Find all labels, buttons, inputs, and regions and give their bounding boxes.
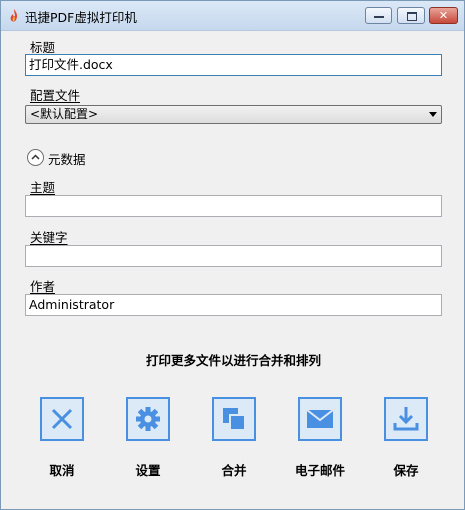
printer-dialog: 迅捷PDF虚拟打印机 ✕ 标题 打印文件.docx 配置文件 <默认配置> 元数… bbox=[0, 0, 465, 510]
cancel-label: 取消 bbox=[49, 463, 75, 478]
metadata-toggle-label[interactable]: 元数据 bbox=[48, 149, 86, 168]
cancel-button[interactable] bbox=[40, 397, 84, 441]
dropdown-arrow-icon bbox=[429, 112, 437, 117]
minimize-icon bbox=[374, 16, 384, 18]
settings-label: 设置 bbox=[135, 463, 161, 478]
subject-input[interactable] bbox=[25, 195, 442, 217]
download-icon bbox=[384, 397, 428, 441]
metadata-collapse-button[interactable] bbox=[27, 149, 44, 166]
merge-button[interactable] bbox=[212, 397, 256, 441]
author-label: 作者 bbox=[30, 279, 56, 294]
mail-icon bbox=[298, 397, 342, 441]
config-label: 配置文件 bbox=[30, 88, 81, 103]
title-bar[interactable]: 迅捷PDF虚拟打印机 ✕ bbox=[1, 1, 464, 31]
minimize-button[interactable] bbox=[365, 7, 392, 24]
app-flame-icon bbox=[10, 9, 18, 22]
title-input[interactable]: 打印文件.docx bbox=[25, 54, 442, 76]
maximize-icon bbox=[407, 12, 417, 21]
gear-icon bbox=[126, 397, 170, 441]
keywords-input[interactable] bbox=[25, 245, 442, 267]
close-icon: ✕ bbox=[438, 9, 449, 22]
cancel-icon bbox=[40, 397, 84, 441]
config-select[interactable]: <默认配置> bbox=[25, 105, 442, 124]
chevron-up-icon bbox=[31, 154, 40, 160]
promo-text: 打印更多文件以进行合并和排列 bbox=[145, 353, 321, 368]
close-button[interactable]: ✕ bbox=[429, 7, 458, 24]
keywords-label: 关键字 bbox=[30, 230, 68, 245]
settings-button[interactable] bbox=[126, 397, 170, 441]
save-label: 保存 bbox=[393, 463, 419, 478]
email-button[interactable] bbox=[298, 397, 342, 441]
merge-label: 合并 bbox=[221, 463, 247, 478]
save-button[interactable] bbox=[384, 397, 428, 441]
author-input[interactable]: Administrator bbox=[25, 294, 442, 316]
window-title: 迅捷PDF虚拟打印机 bbox=[25, 10, 137, 25]
subject-label: 主题 bbox=[30, 180, 56, 195]
maximize-button[interactable] bbox=[397, 7, 425, 24]
config-selected-value: <默认配置> bbox=[30, 107, 99, 121]
email-label: 电子邮件 bbox=[294, 463, 345, 478]
merge-icon bbox=[212, 397, 256, 441]
